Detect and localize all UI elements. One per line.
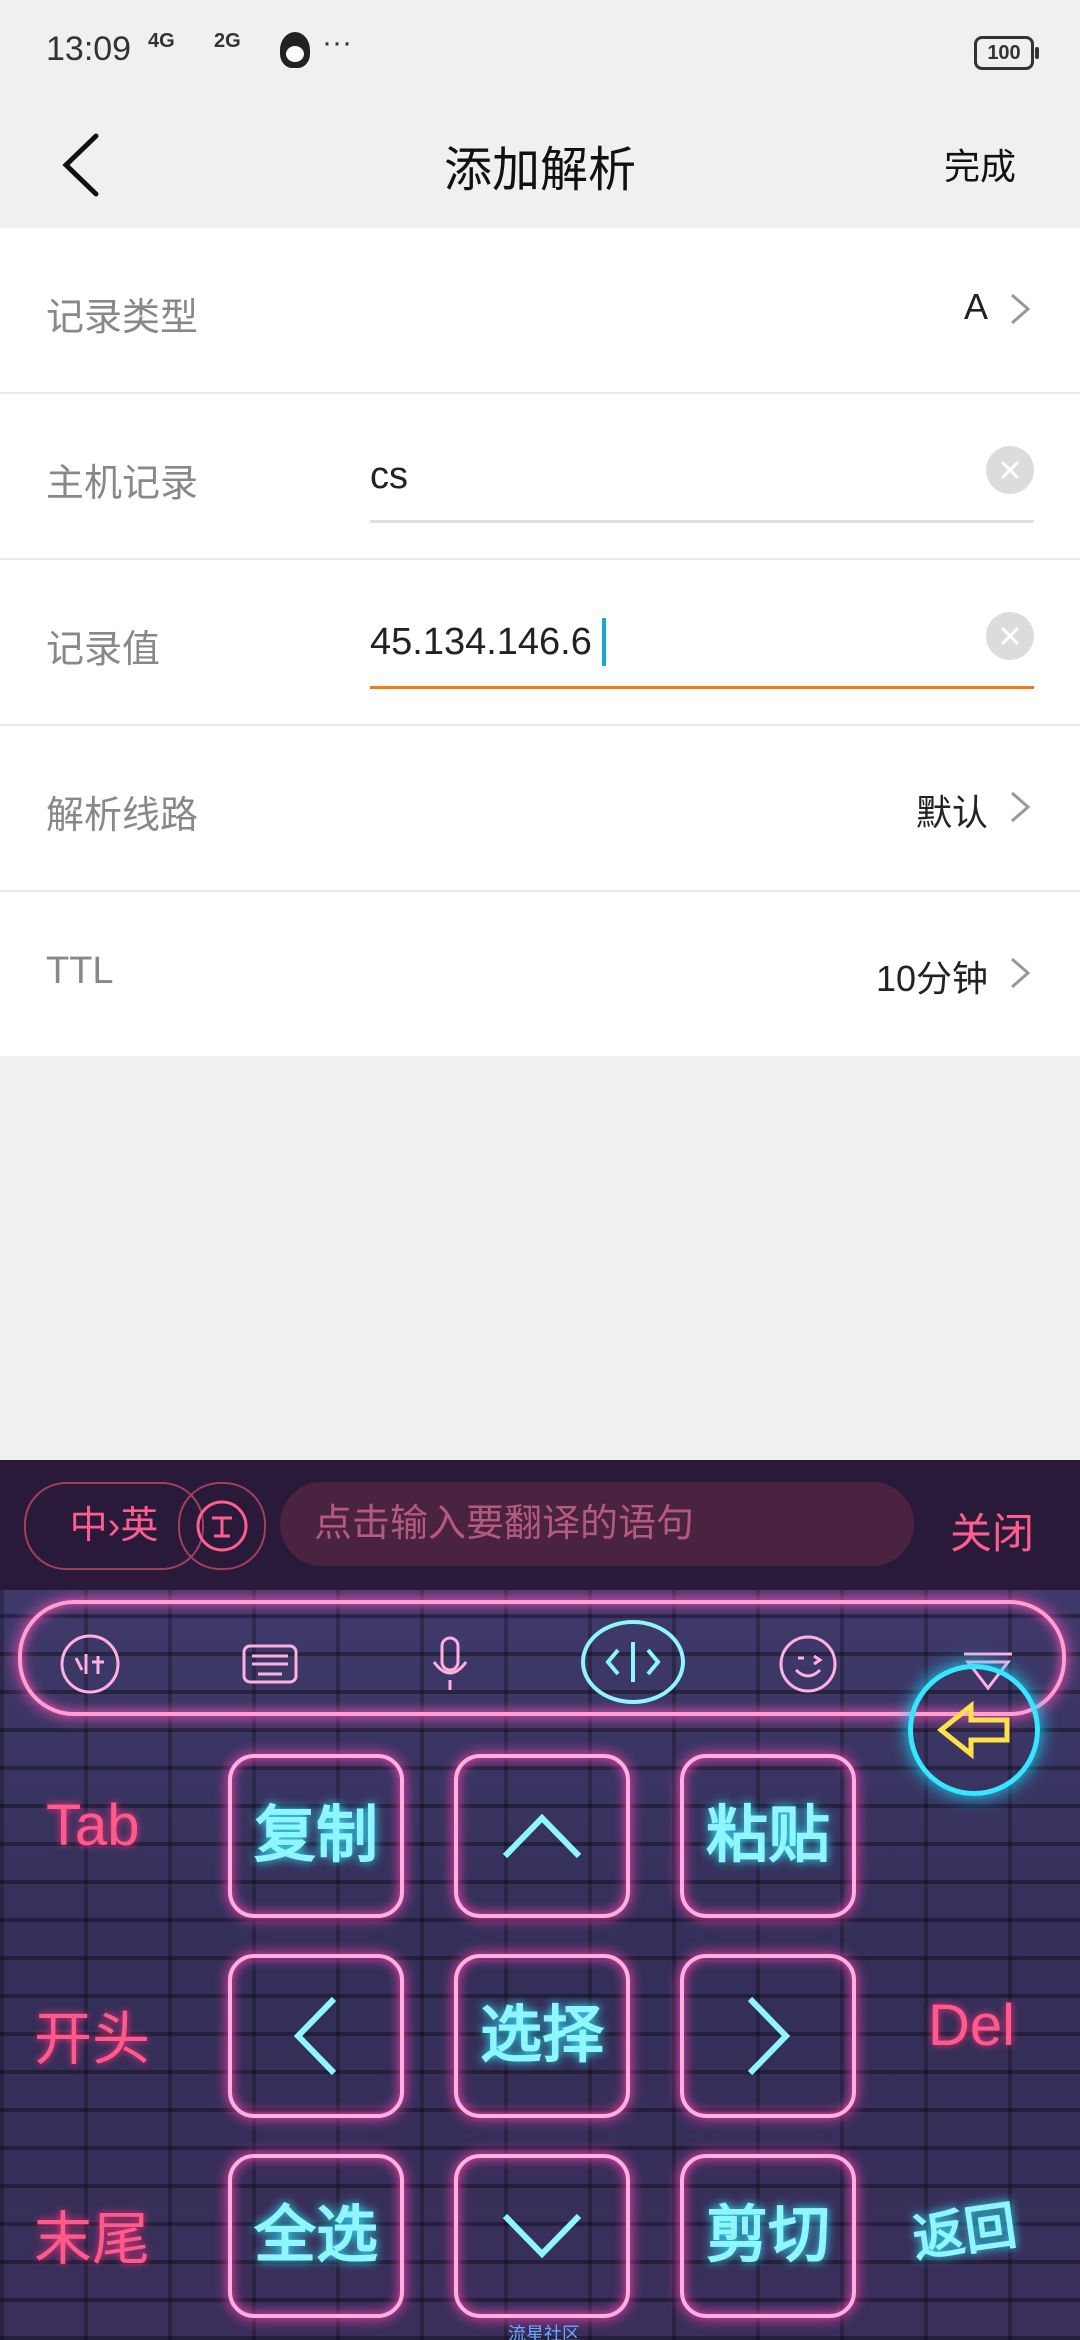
keyboard-toolbar: [18, 1600, 1066, 1716]
status-bar: 13:09 4G 2G ··· 100: [0, 0, 1080, 100]
chevron-right-icon: [1011, 293, 1031, 325]
record-value-row: 记录值: [0, 560, 1080, 726]
translate-input[interactable]: [280, 1482, 914, 1566]
keyboard-icon[interactable]: [238, 1632, 302, 1696]
line-end-key[interactable]: 末尾: [34, 2192, 150, 2276]
close-icon: [1001, 461, 1019, 479]
text-cursor: [602, 618, 606, 666]
lang-toggle-button[interactable]: 中›英: [24, 1482, 204, 1570]
enter-arrow-icon: [936, 1700, 1010, 1760]
qq-icon: [280, 32, 310, 68]
signal-4g-icon: 4G: [148, 30, 175, 52]
clear-host-button[interactable]: [986, 446, 1034, 494]
done-button[interactable]: 完成: [944, 138, 1016, 190]
clear-record-value-button[interactable]: [986, 612, 1034, 660]
ttl-label: TTL: [46, 950, 114, 992]
chevron-right-icon: [747, 1996, 791, 2076]
microphone-icon[interactable]: [418, 1632, 482, 1696]
record-value-input[interactable]: [370, 612, 930, 672]
resolve-line-value: 默认: [915, 792, 988, 833]
host-record-field: [370, 430, 1034, 523]
delete-key[interactable]: Del: [928, 1992, 1015, 2059]
paste-key[interactable]: 粘贴: [680, 1754, 856, 1918]
copy-key[interactable]: 复制: [228, 1754, 404, 1918]
cut-key[interactable]: 剪切: [680, 2154, 856, 2318]
host-record-label: 主机记录: [46, 463, 199, 505]
nav-header: 添加解析 完成: [0, 100, 1080, 228]
chevron-right-icon: [1011, 957, 1031, 989]
return-key[interactable]: 返回: [907, 2183, 1020, 2272]
translate-icon: [196, 1500, 248, 1552]
chevron-down-icon: [502, 2213, 582, 2259]
ttl-row[interactable]: TTL 10分钟: [0, 892, 1080, 1056]
signal-2g-icon: 2G: [214, 30, 241, 52]
record-type-label: 记录类型: [46, 297, 199, 339]
close-icon: [1001, 627, 1019, 645]
select-all-key[interactable]: 全选: [228, 2154, 404, 2318]
ifly-logo-icon[interactable]: [58, 1632, 122, 1696]
select-key[interactable]: 选择: [454, 1954, 630, 2118]
chevron-up-icon: [502, 1813, 582, 1859]
edit-keyboard: Tab 复制 粘贴 开头 选择 Del 末尾 全选 剪切 返回 流星社区: [0, 1590, 1080, 2340]
tab-key[interactable]: Tab: [46, 1792, 140, 1859]
keyboard-watermark: 流星社区: [508, 2324, 580, 2340]
cursor-edit-icon[interactable]: [578, 1610, 688, 1710]
translate-bar: 中›英 关闭: [0, 1460, 1080, 1590]
translate-mode-button[interactable]: [178, 1482, 266, 1570]
dns-record-form: 记录类型 A 主机记录 记录值 解析线: [0, 228, 1080, 1056]
resolve-line-row[interactable]: 解析线路 默认: [0, 726, 1080, 892]
close-translate-button[interactable]: 关闭: [950, 1500, 1034, 1561]
more-notifications-icon: ···: [322, 26, 352, 59]
record-value-field: [370, 596, 1034, 689]
record-value-label: 记录值: [46, 629, 161, 671]
record-type-value: A: [963, 286, 988, 327]
chevron-right-icon: [1011, 791, 1031, 823]
page-title: 添加解析: [443, 144, 636, 197]
record-type-row[interactable]: 记录类型 A: [0, 228, 1080, 394]
chevron-left-icon: [293, 1996, 337, 2076]
status-time: 13:09: [46, 30, 132, 68]
enter-key[interactable]: [908, 1664, 1040, 1796]
cursor-down-key[interactable]: [454, 2154, 630, 2318]
ttl-value: 10分钟: [875, 958, 988, 999]
resolve-line-label: 解析线路: [46, 795, 199, 837]
cursor-left-key[interactable]: [228, 1954, 404, 2118]
emoji-icon[interactable]: [776, 1632, 840, 1696]
cursor-up-key[interactable]: [454, 1754, 630, 1918]
line-start-key[interactable]: 开头: [34, 1992, 150, 2076]
cursor-right-key[interactable]: [680, 1954, 856, 2118]
host-record-input[interactable]: [370, 446, 930, 506]
host-record-row: 主机记录: [0, 394, 1080, 560]
battery-icon: 100: [974, 36, 1039, 70]
